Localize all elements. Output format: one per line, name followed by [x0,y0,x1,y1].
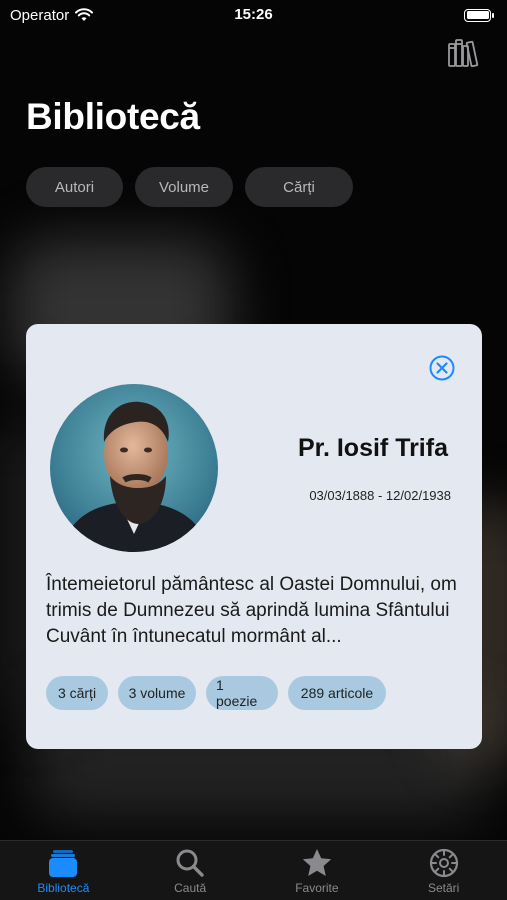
tag-carti[interactable]: 3 cărți [46,676,108,710]
star-icon [302,849,332,876]
page-title: Bibliotecă [26,96,200,137]
tab-biblioteca[interactable]: Bibliotecă [0,841,127,900]
segment-control: Autori Volume Cărți [26,167,353,207]
books-icon[interactable] [447,38,481,68]
tab-favorite[interactable]: Favorite [254,841,381,900]
tag-volume[interactable]: 3 volume [118,676,196,710]
tab-label: Favorite [295,881,339,895]
library-icon [49,850,78,877]
screen: Operator 15:26 Bibliotecă Autori Volume … [0,0,507,900]
author-card: Pr. Iosif Trifa 03/03/1888 - 12/02/1938 … [26,324,482,749]
search-icon [176,849,204,877]
tab-bar: Bibliotecă Caută Favorite Setări [0,840,507,900]
tab-setari[interactable]: Setări [380,841,507,900]
tag-poezie[interactable]: 1 poezie [206,676,278,710]
tag-articole[interactable]: 289 articole [288,676,386,710]
segment-autori[interactable]: Autori [26,167,123,207]
gear-icon [429,848,458,878]
close-icon[interactable] [429,355,455,381]
author-dates: 03/03/1888 - 12/02/1938 [309,488,451,503]
author-portrait [50,384,218,552]
tab-label: Caută [174,881,207,895]
status-time: 15:26 [234,6,273,23]
author-bio: Întemeietorul pământesc al Oastei Domnul… [46,574,457,647]
stats-tags: 3 cărți 3 volume 1 poezie 289 articole [46,676,386,710]
tab-label: Setări [427,881,460,895]
segment-volume[interactable]: Volume [135,167,233,207]
author-name: Pr. Iosif Trifa [297,434,448,462]
segment-carti[interactable]: Cărți [245,167,353,207]
tab-label: Bibliotecă [37,881,90,895]
tab-cauta[interactable]: Caută [127,841,254,900]
